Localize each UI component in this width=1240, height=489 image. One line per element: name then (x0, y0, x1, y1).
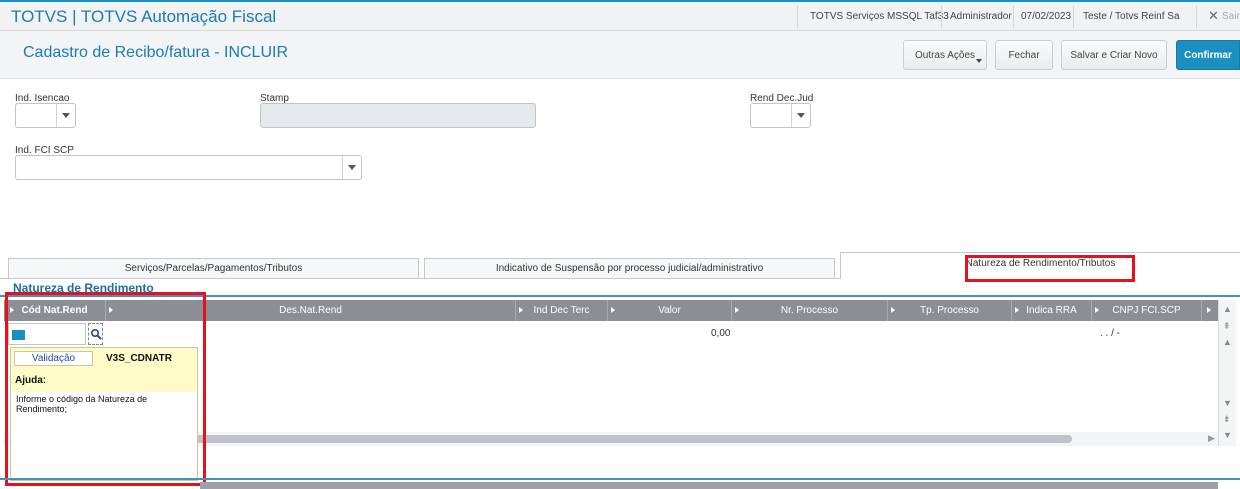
caret-right-icon (1015, 307, 1019, 313)
close-icon[interactable]: ✕ (1208, 8, 1219, 24)
column-header-nr-processo[interactable]: Nr. Processo (732, 300, 888, 321)
status-user: Administrador (950, 11, 1012, 22)
page-title: Cadastro de Recibo/fatura - INCLUIR (23, 44, 288, 61)
app-title: TOTVS | TOTVS Automação Fiscal (11, 7, 277, 26)
other-actions-button[interactable]: Outras Ações (903, 40, 987, 70)
column-label: Tp. Processo (920, 305, 979, 316)
column-label: CNPJ FCI.SCP (1112, 305, 1181, 316)
column-header-more[interactable] (1202, 300, 1218, 321)
chevron-down-icon[interactable] (342, 156, 361, 179)
column-header-tp-processo[interactable]: Tp. Processo (888, 300, 1012, 321)
status-environment: TOTVS Serviços MSSQL Taf33 (810, 11, 949, 22)
confirm-button[interactable]: Confirmar (1176, 40, 1240, 70)
footer-grid-header (200, 482, 1218, 489)
stamp-field (260, 103, 536, 128)
caret-right-icon (519, 307, 523, 313)
close-button[interactable]: Fechar (995, 40, 1053, 70)
cell-cnpj-fci-scp[interactable]: . . / - (1100, 328, 1120, 339)
highlight-box-grid (5, 292, 206, 486)
column-header-valor[interactable]: Valor (608, 300, 732, 321)
scroll-bottom-icon[interactable]: ⇟ (1223, 414, 1231, 425)
highlight-box-tab (965, 255, 1135, 282)
status-company: Teste / Totvs Reinf Sa (1083, 11, 1180, 22)
status-date: 07/02/2023 (1021, 11, 1072, 22)
title-bar: TOTVS | TOTVS Automação Fiscal TOTVS Ser… (0, 0, 1240, 31)
exit-label[interactable]: Sair (1222, 11, 1240, 22)
caret-right-icon (611, 307, 615, 313)
status-separator (1196, 6, 1197, 28)
caret-right-icon (1207, 307, 1211, 313)
save-and-new-button[interactable]: Salvar e Criar Novo (1061, 40, 1167, 70)
ind-fci-scp-select[interactable] (15, 155, 362, 180)
page-header: Cadastro de Recibo/fatura - INCLUIR Outr… (0, 31, 1240, 79)
scroll-right-icon[interactable]: ▶ (1208, 433, 1215, 444)
caret-right-icon (735, 307, 739, 313)
scroll-up-icon[interactable]: ▲ (1223, 304, 1232, 314)
chevron-down-icon[interactable] (56, 104, 75, 127)
scroll-top-icon[interactable]: ⇞ (1223, 321, 1231, 332)
column-header-ind-dec-terc[interactable]: Ind Dec Terc (516, 300, 608, 321)
status-separator (1013, 6, 1014, 28)
chevron-down-icon (976, 59, 982, 63)
scroll-thumb[interactable] (194, 435, 1072, 443)
other-actions-label: Outras Ações (914, 49, 976, 61)
rend-dec-jud-select[interactable] (750, 103, 811, 128)
scroll-down-icon[interactable]: ▼ (1223, 430, 1232, 440)
vertical-scrollbar[interactable]: ▲ ⇞ ▲ ▼ ⇟ ▼ (1218, 300, 1236, 446)
tab-servicos[interactable]: Serviços/Parcelas/Pagamentos/Tributos (8, 258, 419, 278)
status-separator (941, 6, 942, 28)
scroll-down-small-icon[interactable]: ▼ (1223, 398, 1232, 408)
column-label: Indica RRA (1026, 305, 1077, 316)
status-separator (797, 6, 798, 28)
column-header-cnpj-fci-scp[interactable]: CNPJ FCI.SCP (1092, 300, 1202, 321)
chevron-down-icon[interactable] (791, 104, 810, 127)
caret-right-icon (1095, 307, 1099, 313)
tab-indicativo-suspensao[interactable]: Indicativo de Suspensão por processo jud… (424, 258, 835, 278)
ind-isencao-select[interactable] (15, 103, 76, 128)
column-header-indica-rra[interactable]: Indica RRA (1012, 300, 1092, 321)
column-label: Des.Nat.Rend (279, 305, 342, 316)
cell-valor[interactable]: 0,00 (711, 328, 730, 339)
column-label: Ind Dec Terc (533, 305, 590, 316)
column-label: Nr. Processo (780, 305, 839, 316)
footer-divider (0, 478, 1240, 480)
scroll-up-small-icon[interactable]: ▲ (1223, 337, 1232, 347)
column-label: Valor (658, 305, 681, 316)
status-separator (1073, 6, 1074, 28)
caret-right-icon (891, 307, 895, 313)
